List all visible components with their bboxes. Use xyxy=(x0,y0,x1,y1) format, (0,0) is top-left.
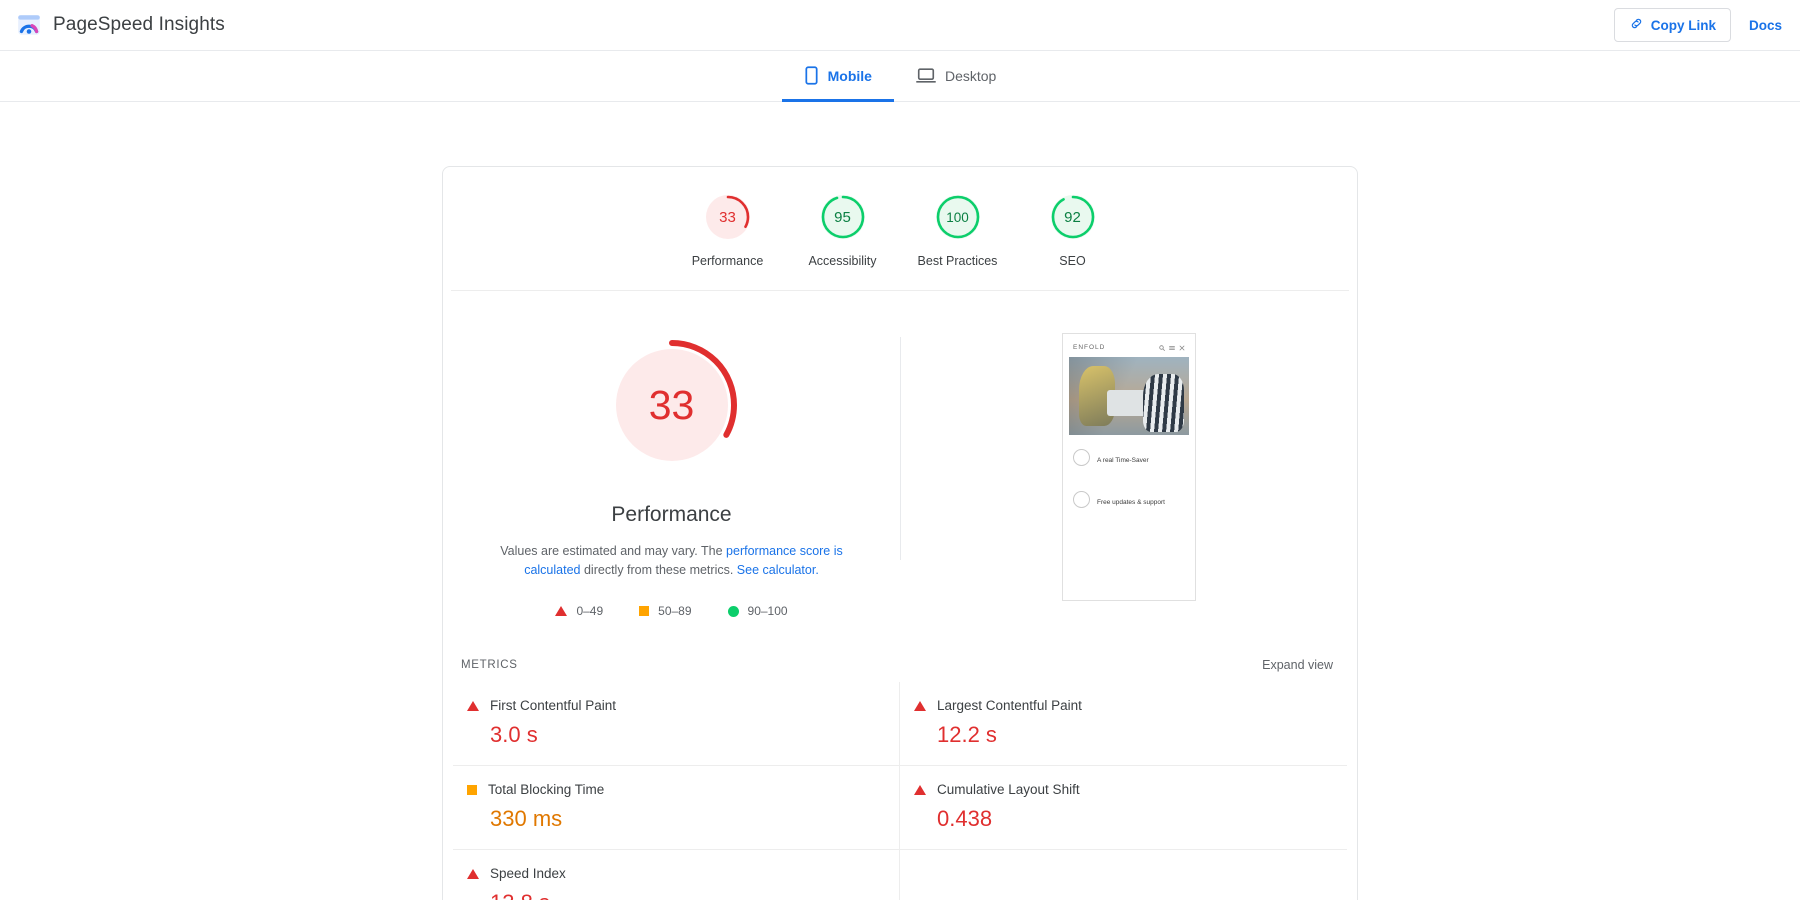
score-legend: 0–49 50–89 90–100 xyxy=(555,604,787,618)
performance-gauge-large: 33 xyxy=(604,337,740,473)
gauge-accessibility: 95 xyxy=(819,193,867,241)
performance-description-part2: directly from these metrics. xyxy=(581,563,737,577)
metric-first-contentful-paint[interactable]: First Contentful Paint 3.0 s xyxy=(453,682,900,765)
metrics-grid: First Contentful Paint 3.0 s Largest Con… xyxy=(453,682,1347,900)
gauge-seo: 92 xyxy=(1049,193,1097,241)
gauge-best-practices-value: 100 xyxy=(934,193,982,241)
category-score-best-practices[interactable]: 100 Best Practices xyxy=(900,193,1015,268)
metric-placeholder xyxy=(900,849,1347,900)
metric-value: 13.8 s xyxy=(467,890,889,900)
triangle-icon xyxy=(467,869,479,879)
metric-name: First Contentful Paint xyxy=(490,698,616,713)
thumbnail-feature-1: A real Time-Saver xyxy=(1069,445,1189,467)
category-score-performance[interactable]: 33 Performance xyxy=(670,193,785,268)
thumbnail-site-header: ENFOLD xyxy=(1069,341,1189,357)
metric-name: Largest Contentful Paint xyxy=(937,698,1082,713)
pagespeed-logo-icon xyxy=(16,12,42,38)
performance-summary: 33 Performance Values are estimated and … xyxy=(443,291,1357,618)
performance-gauge-value: 33 xyxy=(604,337,740,473)
metric-value: 0.438 xyxy=(914,806,1337,832)
category-score-seo[interactable]: 92 SEO xyxy=(1015,193,1130,268)
metric-value: 330 ms xyxy=(467,806,889,832)
refresh-icon xyxy=(1073,491,1090,508)
metric-speed-index[interactable]: Speed Index 13.8 s xyxy=(453,849,900,900)
page-screenshot-thumbnail[interactable]: ENFOLD xyxy=(1062,333,1196,601)
gauge-accessibility-label: Accessibility xyxy=(808,254,876,268)
search-icon xyxy=(1159,345,1165,351)
legend-range-average: 50–89 xyxy=(658,604,691,618)
legend-item-poor: 0–49 xyxy=(555,604,603,618)
legend-item-good: 90–100 xyxy=(728,604,788,618)
triangle-icon xyxy=(555,606,567,616)
performance-title: Performance xyxy=(611,503,731,527)
gauge-best-practices-label: Best Practices xyxy=(918,254,998,268)
docs-link[interactable]: Docs xyxy=(1749,18,1782,33)
thumbnail-hero-image xyxy=(1069,357,1189,435)
performance-description-part1: Values are estimated and may vary. The xyxy=(500,544,726,558)
category-score-accessibility[interactable]: 95 Accessibility xyxy=(785,193,900,268)
performance-description: Values are estimated and may vary. The p… xyxy=(484,542,859,580)
top-bar: PageSpeed Insights Copy Link Docs xyxy=(0,0,1800,51)
gauge-seo-value: 92 xyxy=(1049,193,1097,241)
gauge-performance-value: 33 xyxy=(704,193,752,241)
triangle-icon xyxy=(914,785,926,795)
metric-name: Cumulative Layout Shift xyxy=(937,782,1080,797)
link-icon xyxy=(1629,16,1644,34)
metrics-title: METRICS xyxy=(461,659,518,671)
gauge-performance: 33 xyxy=(704,193,752,241)
metric-value: 3.0 s xyxy=(467,722,889,748)
legend-range-poor: 0–49 xyxy=(576,604,603,618)
close-icon xyxy=(1179,345,1185,351)
expand-view-button[interactable]: Expand view xyxy=(1262,658,1333,672)
tab-desktop-label: Desktop xyxy=(945,68,996,84)
tab-desktop[interactable]: Desktop xyxy=(894,52,1018,102)
app-title: PageSpeed Insights xyxy=(53,14,225,36)
performance-summary-left: 33 Performance Values are estimated and … xyxy=(443,325,900,618)
legend-item-average: 50–89 xyxy=(639,604,691,618)
triangle-icon xyxy=(467,701,479,711)
clock-icon xyxy=(1073,449,1090,466)
square-icon xyxy=(639,606,649,616)
see-calculator-link[interactable]: See calculator. xyxy=(737,563,819,577)
metrics-header: METRICS Expand view xyxy=(453,640,1347,682)
metric-value: 12.2 s xyxy=(914,722,1337,748)
metric-cumulative-layout-shift[interactable]: Cumulative Layout Shift 0.438 xyxy=(900,765,1347,849)
legend-range-good: 90–100 xyxy=(748,604,788,618)
copy-link-label: Copy Link xyxy=(1651,18,1716,33)
category-scores: 33 Performance 95 Accessibility 100 xyxy=(451,167,1349,291)
metric-total-blocking-time[interactable]: Total Blocking Time 330 ms xyxy=(453,765,900,849)
gauge-seo-label: SEO xyxy=(1059,254,1085,268)
thumbnail-feature-2-title: Free updates & support xyxy=(1097,499,1165,506)
metric-largest-contentful-paint[interactable]: Largest Contentful Paint 12.2 s xyxy=(900,682,1347,765)
tab-mobile[interactable]: Mobile xyxy=(782,52,894,102)
gauge-accessibility-value: 95 xyxy=(819,193,867,241)
page-body: 33 Performance 95 Accessibility 100 xyxy=(0,102,1800,900)
menu-icon xyxy=(1169,345,1175,351)
gauge-performance-label: Performance xyxy=(692,254,764,268)
report-card: 33 Performance 95 Accessibility 100 xyxy=(442,166,1358,900)
mobile-phone-icon xyxy=(804,66,819,85)
thumbnail-feature-1-title: A real Time-Saver xyxy=(1097,457,1149,464)
brand[interactable]: PageSpeed Insights xyxy=(16,12,225,38)
metric-name: Total Blocking Time xyxy=(488,782,604,797)
top-bar-actions: Copy Link Docs xyxy=(1614,8,1782,42)
performance-summary-right: ENFOLD xyxy=(901,325,1357,618)
metric-name: Speed Index xyxy=(490,866,566,881)
triangle-icon xyxy=(914,701,926,711)
copy-link-button[interactable]: Copy Link xyxy=(1614,8,1731,42)
laptop-icon xyxy=(916,67,936,84)
circle-icon xyxy=(728,606,739,617)
square-icon xyxy=(467,785,477,795)
thumbnail-header-icons xyxy=(1159,345,1185,351)
tab-mobile-label: Mobile xyxy=(828,68,872,84)
thumbnail-site-brand: ENFOLD xyxy=(1073,344,1105,351)
form-factor-tabs: Mobile Desktop xyxy=(0,51,1800,102)
gauge-best-practices: 100 xyxy=(934,193,982,241)
thumbnail-feature-2: Free updates & support xyxy=(1069,487,1189,509)
